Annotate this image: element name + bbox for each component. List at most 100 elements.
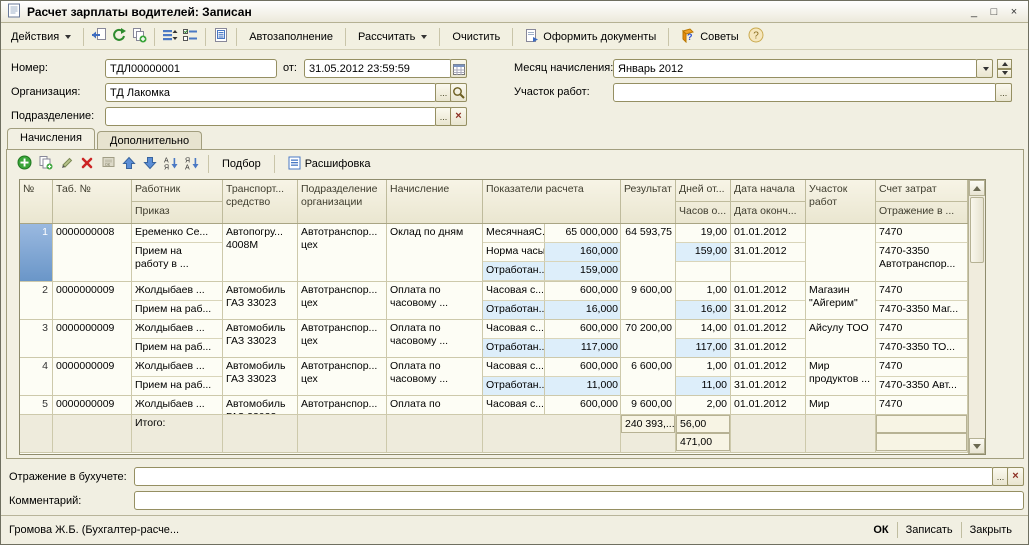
- cell-days-hours[interactable]: 19,00159,00: [676, 224, 731, 281]
- table-row[interactable]: 40000000009Жолдыбаев ...Прием на раб...А…: [20, 358, 985, 396]
- row-number-cell[interactable]: 1: [20, 224, 53, 281]
- cell-indicators[interactable]: Часовая с...600,000Отработан...11,000: [483, 358, 621, 395]
- cell-worker[interactable]: Жолдыбаев ...Прием на раб...: [132, 358, 223, 395]
- table-row[interactable]: 10000000008Еременко Се...Прием на работу…: [20, 224, 985, 282]
- cell-vehicle[interactable]: Автомобиль ГАЗ 33023: [223, 358, 298, 395]
- col-header-cost-account[interactable]: Счет затрат: [876, 180, 967, 202]
- cell-worksite[interactable]: Айсулу ТОО: [806, 320, 876, 357]
- refresh-button[interactable]: [110, 28, 128, 46]
- list-checkbox-button[interactable]: [181, 28, 199, 46]
- end-edit-button[interactable]: ок: [99, 155, 117, 173]
- cell-days-hours[interactable]: 1,0016,00: [676, 282, 731, 319]
- cell-department[interactable]: Автотранспор... цех: [298, 224, 387, 281]
- col-header-worksite[interactable]: Участок работ: [806, 180, 876, 223]
- cell-worker[interactable]: Еременко Се...Прием на работу в ...: [132, 224, 223, 281]
- cell-vehicle[interactable]: Автомобиль ГАЗ 33023: [223, 396, 298, 414]
- totals-row[interactable]: Итого: 240 393,... 56,00 471,00: [20, 415, 985, 453]
- row-number-cell[interactable]: 2: [20, 282, 53, 319]
- calculate-button[interactable]: Рассчитать: [352, 28, 433, 46]
- calendar-button[interactable]: [450, 59, 467, 78]
- col-header-num[interactable]: №: [20, 180, 53, 223]
- row-number-cell[interactable]: 3: [20, 320, 53, 357]
- department-clear-button[interactable]: ×: [450, 107, 467, 126]
- delete-row-button[interactable]: [78, 155, 96, 173]
- cell-dates[interactable]: 01.01.2012: [731, 396, 806, 414]
- close-form-button[interactable]: Закрыть: [962, 522, 1020, 538]
- cell-account[interactable]: 74707470-3350 ТО...: [876, 320, 968, 357]
- cell-worker[interactable]: Жолдыбаев ...: [132, 396, 223, 414]
- col-header-tab-number[interactable]: Таб. №: [53, 180, 132, 223]
- col-header-department[interactable]: Подразделение организации: [298, 180, 387, 223]
- scrollbar-thumb[interactable]: [970, 197, 984, 263]
- cell-worker[interactable]: Жолдыбаев ...Прием на раб...: [132, 282, 223, 319]
- table-row[interactable]: 50000000009Жолдыбаев ...Автомобиль ГАЗ 3…: [20, 396, 985, 415]
- cell-accrual[interactable]: Оклад по дням: [387, 224, 483, 281]
- col-header-reflection[interactable]: Отражение в ...: [876, 202, 967, 223]
- cell-worksite[interactable]: [806, 224, 876, 281]
- cell-days-hours[interactable]: 1,0011,00: [676, 358, 731, 395]
- cell-department[interactable]: Автотранспор... цех: [298, 358, 387, 395]
- col-header-hours[interactable]: Часов о...: [676, 202, 730, 223]
- accounting-clear-button[interactable]: ×: [1007, 467, 1024, 486]
- reread-button[interactable]: [90, 28, 108, 46]
- col-header-vehicle[interactable]: Транспорт... средство: [223, 180, 298, 223]
- cell-result[interactable]: 70 200,00: [621, 320, 676, 357]
- maximize-button[interactable]: □: [986, 4, 1002, 19]
- cell-vehicle[interactable]: Автомобиль ГАЗ 33023: [223, 320, 298, 357]
- month-input[interactable]: [613, 59, 978, 78]
- cell-days-hours[interactable]: 2,00: [676, 396, 731, 414]
- add-row-button[interactable]: [15, 155, 33, 173]
- cell-department[interactable]: Автотранспор... цех: [298, 282, 387, 319]
- cell-account[interactable]: 74707470-3350 Авт...: [876, 358, 968, 395]
- cell-dates[interactable]: 01.01.201231.01.2012: [731, 224, 806, 281]
- organization-open-button[interactable]: [450, 83, 467, 102]
- cell-indicators[interactable]: Часовая с...600,000: [483, 396, 621, 414]
- close-button[interactable]: ×: [1006, 4, 1022, 19]
- date-input[interactable]: [304, 59, 452, 78]
- cell-result[interactable]: 6 600,00: [621, 358, 676, 395]
- help-button[interactable]: ?: [747, 28, 765, 46]
- pick-button[interactable]: Подбор: [216, 155, 267, 173]
- minimize-button[interactable]: _: [966, 4, 982, 19]
- cell-account[interactable]: 74707470-3350 Автотранспор...: [876, 224, 968, 281]
- cell-indicators[interactable]: Часовая с...600,000Отработан...117,000: [483, 320, 621, 357]
- accounting-input[interactable]: [134, 467, 994, 486]
- clear-button[interactable]: Очистить: [446, 28, 506, 46]
- cell-days-hours[interactable]: 14,00117,00: [676, 320, 731, 357]
- vertical-scrollbar[interactable]: [968, 180, 985, 454]
- col-header-result[interactable]: Результат: [621, 180, 676, 223]
- sort-desc-button[interactable]: ЯА: [183, 155, 201, 173]
- col-header-days[interactable]: Дней от...: [676, 180, 730, 202]
- col-header-dates[interactable]: Дата начала Дата оконч...: [731, 180, 806, 223]
- structure-button[interactable]: [212, 28, 230, 46]
- department-input[interactable]: [105, 107, 437, 126]
- cell-dates[interactable]: 01.01.201231.01.2012: [731, 358, 806, 395]
- tips-button[interactable]: ? Советы: [675, 25, 744, 49]
- col-header-order[interactable]: Приказ: [132, 202, 222, 223]
- row-number-cell[interactable]: 5: [20, 396, 53, 414]
- col-header-accrual[interactable]: Начисление: [387, 180, 483, 223]
- tab-accruals[interactable]: Начисления: [7, 128, 95, 149]
- cell-result[interactable]: 9 600,00: [621, 282, 676, 319]
- scroll-up-button[interactable]: [969, 180, 985, 196]
- cell-tab-number[interactable]: 0000000009: [53, 282, 132, 319]
- cell-department[interactable]: Автотранспор... цех: [298, 320, 387, 357]
- col-header-date-end[interactable]: Дата оконч...: [731, 202, 805, 223]
- comment-input[interactable]: [134, 491, 1024, 510]
- organization-input[interactable]: [105, 83, 437, 102]
- scrollbar-track[interactable]: [969, 264, 985, 438]
- col-header-days-hours[interactable]: Дней от... Часов о...: [676, 180, 731, 223]
- ok-button[interactable]: ОК: [865, 522, 896, 538]
- cell-tab-number[interactable]: 0000000009: [53, 358, 132, 395]
- month-dropdown-button[interactable]: [976, 59, 993, 78]
- cell-worksite[interactable]: Магазин "Айгерим": [806, 282, 876, 319]
- actions-button[interactable]: Действия: [5, 28, 77, 46]
- cell-department[interactable]: Автотранспор...: [298, 396, 387, 414]
- cell-accrual[interactable]: Оплата по часовому ...: [387, 358, 483, 395]
- move-down-button[interactable]: [141, 155, 159, 173]
- cell-dates[interactable]: 01.01.201231.01.2012: [731, 282, 806, 319]
- scroll-down-button[interactable]: [969, 438, 985, 454]
- cell-result[interactable]: 64 593,75: [621, 224, 676, 281]
- copy-row-button[interactable]: [36, 155, 54, 173]
- tab-additional[interactable]: Дополнительно: [97, 131, 202, 149]
